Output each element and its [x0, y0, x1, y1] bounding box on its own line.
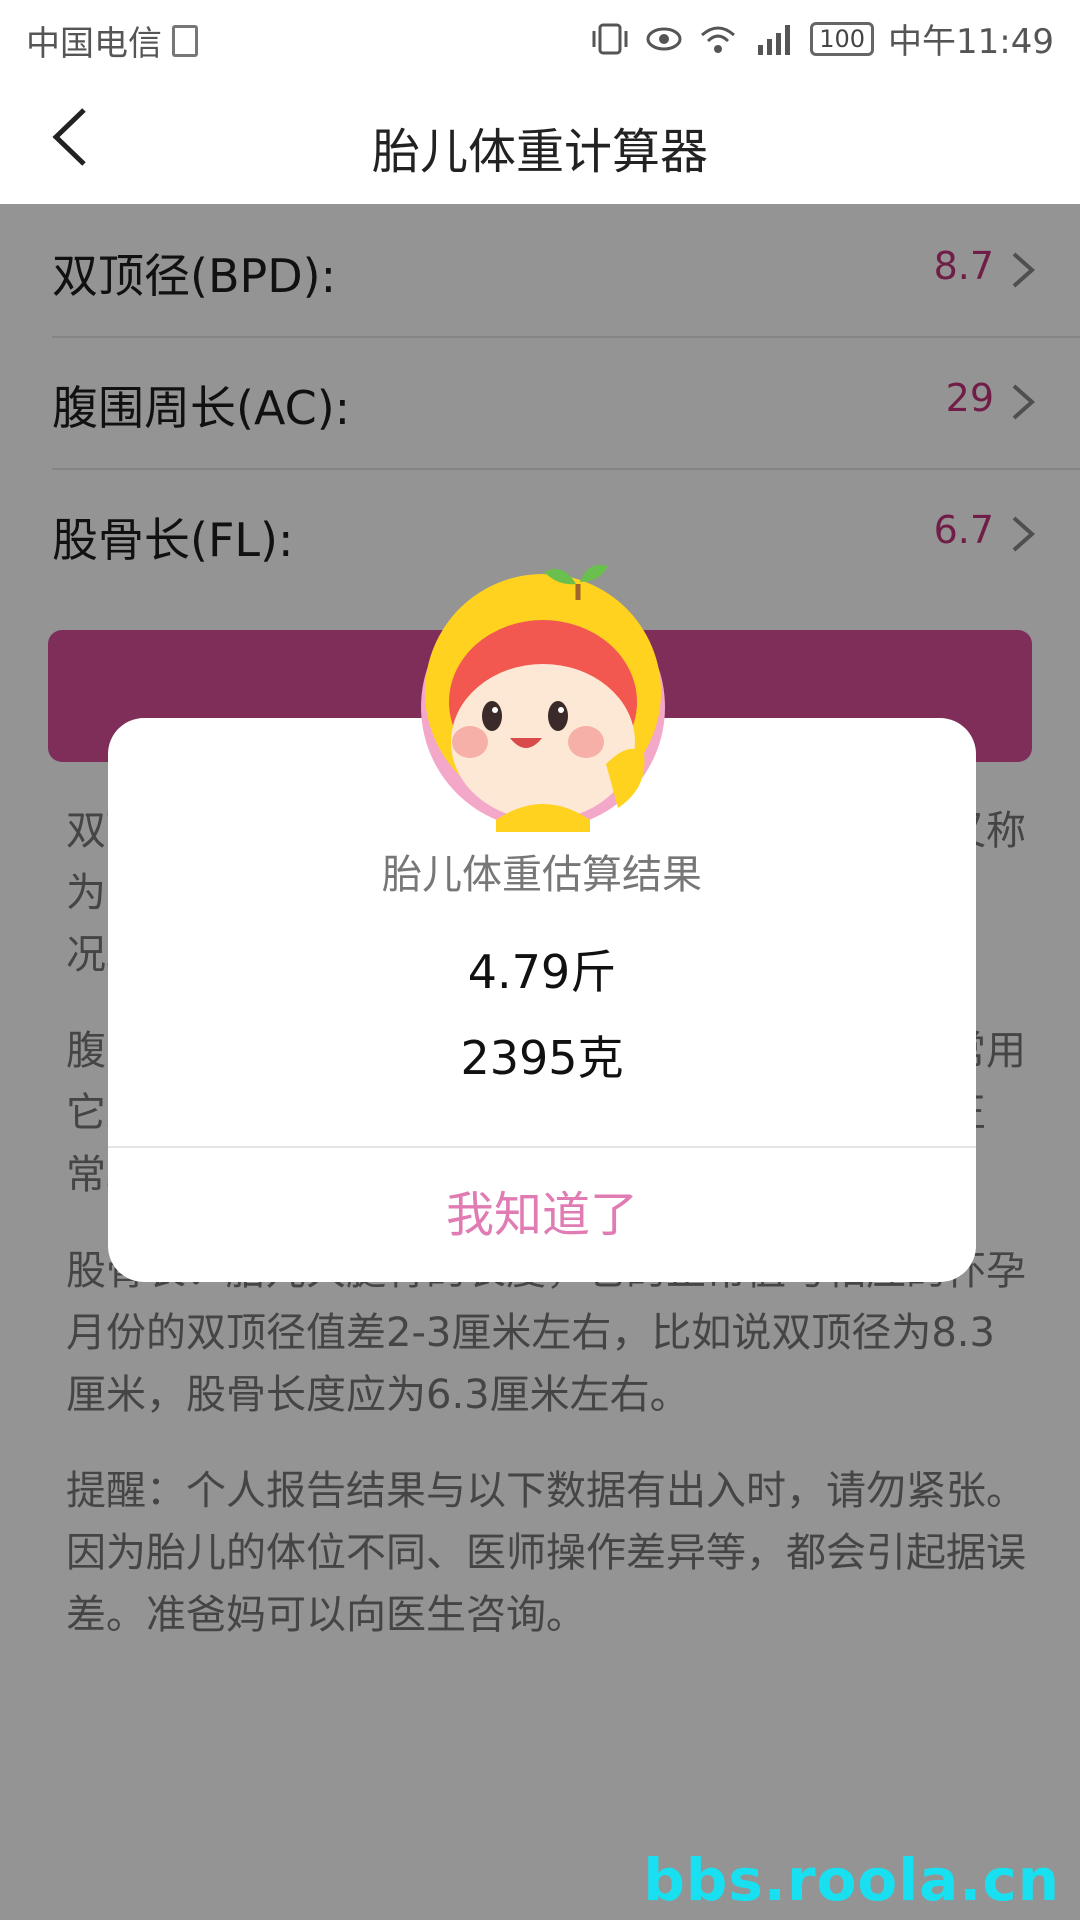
vibrate-icon: [592, 23, 628, 54]
time-label: 中午11:49: [888, 22, 1054, 62]
mascot-icon: [421, 564, 665, 832]
battery-icon: 100: [810, 21, 875, 56]
notification-doc-icon: [172, 24, 198, 57]
watermark: bbs.roola.cn: [643, 1846, 1060, 1914]
weight-jin: 4.79斤: [467, 945, 617, 999]
dialog-title: 胎儿体重估算结果: [382, 852, 702, 898]
status-bar: 中国电信 100 中午11:49: [0, 0, 1080, 72]
signal-icon: [758, 24, 791, 55]
wifi-icon: [701, 26, 736, 53]
page-title: 胎儿体重计算器: [371, 124, 708, 180]
weight-gram: 2395克: [460, 1031, 624, 1085]
app-header: 胎儿体重计算器: [0, 72, 1080, 204]
ok-button[interactable]: 我知道了: [108, 1148, 976, 1282]
carrier-label: 中国电信: [26, 24, 162, 64]
eye-icon: [646, 27, 682, 50]
